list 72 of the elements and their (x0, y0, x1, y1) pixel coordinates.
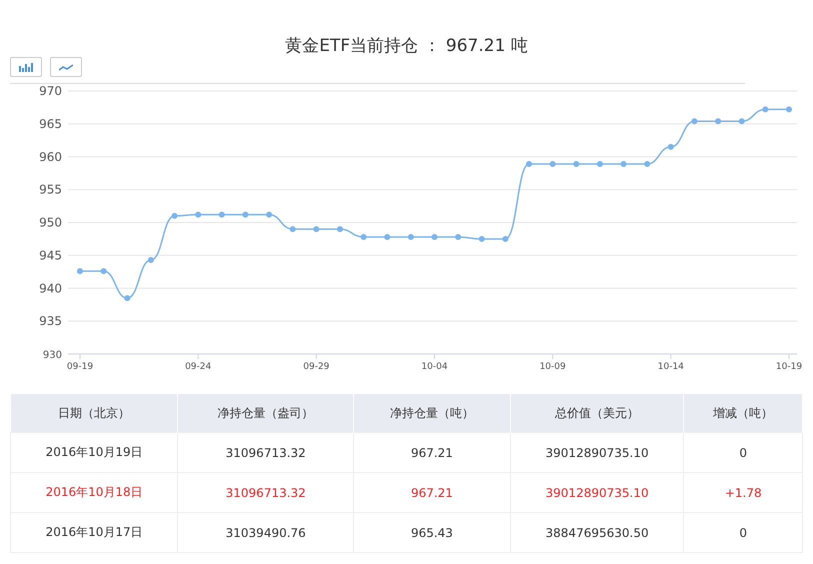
data-point (620, 160, 627, 167)
data-point (738, 118, 745, 124)
table-cell: 2016年10月18日 (10, 472, 178, 512)
x-axis-label: 10-19 (776, 362, 802, 372)
table-cell: 2016年10月19日 (10, 432, 178, 472)
y-axis-label: 945 (39, 248, 62, 262)
x-axis-label: 10-09 (540, 362, 566, 372)
y-axis-label: 960 (39, 150, 62, 164)
data-point (432, 234, 438, 240)
y-axis-label: 955 (39, 182, 62, 197)
table-cell: 0 (684, 512, 802, 552)
chart-title: 黄金ETF当前持仓 ： 967.21 吨 (284, 35, 529, 56)
data-point (360, 234, 367, 240)
x-axis-label: 10-04 (421, 362, 448, 372)
data-point (313, 226, 320, 232)
data-point (478, 236, 485, 242)
y-axis-label: 950 (39, 216, 62, 230)
column-header: 日期（北京） (10, 394, 178, 432)
bar-chart-icon (19, 62, 33, 72)
data-point (715, 118, 722, 124)
data-point (384, 234, 390, 240)
table-cell: 2016年10月17日 (10, 512, 178, 552)
data-point (762, 106, 768, 112)
table-cell: 967.21 (354, 472, 510, 512)
table-cell: 31039490.76 (178, 512, 354, 552)
column-header: 净持仓量（吨） (354, 394, 510, 432)
table-cell: 0 (684, 432, 802, 472)
y-axis-label: 970 (39, 84, 62, 98)
table-cell: 31096713.32 (178, 472, 354, 512)
y-axis-label: 930 (42, 350, 62, 361)
data-point (786, 106, 792, 112)
column-header: 净持仓量（盎司） (178, 394, 354, 432)
data-point (266, 212, 272, 218)
line-chart-button[interactable] (50, 57, 82, 77)
bar-chart-button[interactable] (10, 57, 42, 77)
column-header: 增减（吨） (684, 394, 802, 432)
table-cell: 967.21 (354, 432, 510, 472)
data-point (502, 236, 508, 242)
data-point (218, 212, 225, 218)
table-cell: 38847695630.50 (510, 512, 684, 552)
x-axis-label: 09-29 (303, 362, 330, 372)
data-point (124, 295, 130, 302)
table-cell: 31096713.32 (178, 432, 354, 472)
table-cell: 965.43 (354, 512, 510, 552)
data-point (148, 256, 154, 263)
column-header: 总价值（美元） (510, 394, 684, 432)
y-axis-label: 935 (39, 314, 62, 328)
table-cell: 39012890735.10 (510, 472, 684, 512)
data-point (100, 268, 107, 274)
x-axis-label: 10-14 (658, 362, 684, 372)
data-point (195, 212, 202, 218)
x-axis-label: 09-24 (185, 362, 212, 372)
data-point (408, 234, 414, 240)
data-point (691, 118, 698, 124)
y-axis-label: 965 (39, 116, 62, 131)
data-point (242, 212, 248, 218)
data-point (172, 212, 178, 219)
data-point (596, 160, 603, 167)
data-point (290, 226, 296, 232)
line-chart-icon (59, 64, 73, 70)
data-point (77, 268, 83, 274)
data-point (644, 160, 650, 167)
data-point (336, 226, 343, 232)
data-point (455, 234, 462, 240)
table-cell: 39012890735.10 (510, 432, 684, 472)
y-axis-label: 940 (39, 281, 62, 296)
data-point (526, 160, 532, 167)
data-point (573, 160, 580, 167)
data-point (550, 160, 556, 167)
x-axis-label: 09-19 (66, 362, 94, 372)
table-cell: +1.78 (684, 472, 802, 512)
data-point (668, 144, 674, 150)
